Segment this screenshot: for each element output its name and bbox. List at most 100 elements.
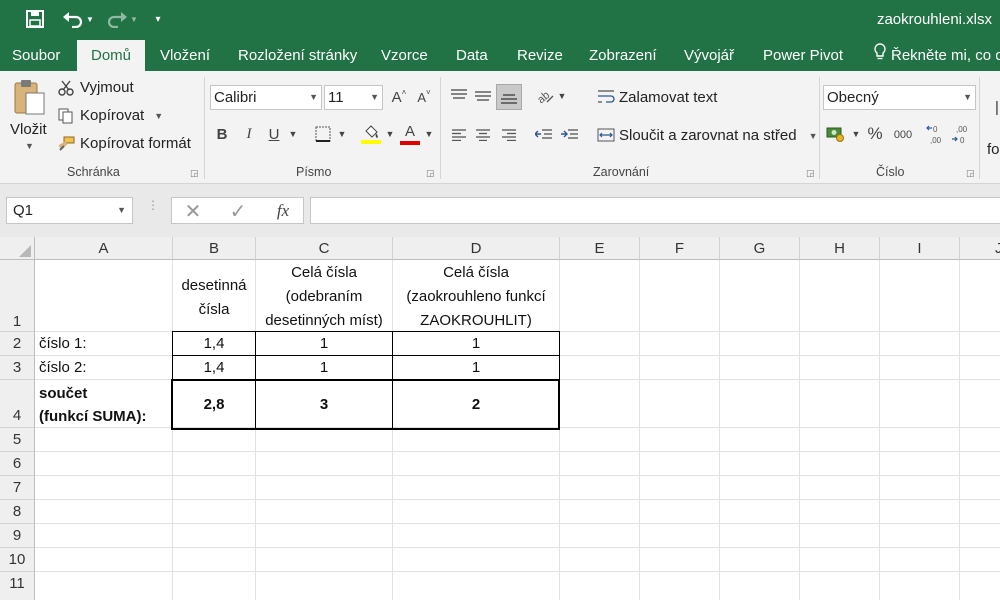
font-size-select[interactable]: 11 ▼: [324, 85, 383, 110]
font-dialog-launcher-icon[interactable]: ◲: [426, 168, 435, 179]
bold-button[interactable]: B: [213, 124, 231, 144]
paste-dropdown-icon[interactable]: ▼: [25, 141, 34, 151]
italic-button[interactable]: I: [240, 124, 258, 144]
column-header-d[interactable]: D: [393, 237, 560, 260]
copy-icon[interactable]: [57, 107, 75, 125]
column-header-j[interactable]: J: [960, 237, 1000, 260]
cell-b2[interactable]: 1,4: [173, 333, 255, 355]
undo-dropdown-icon[interactable]: ▼: [86, 15, 94, 24]
column-header-c[interactable]: C: [256, 237, 393, 260]
cell-c4[interactable]: 3: [256, 394, 392, 416]
cell-a4[interactable]: součet (funkcí SUMA):: [39, 382, 147, 428]
conditional-formatting-partial[interactable]: fo: [987, 141, 1000, 158]
column-header-b[interactable]: B: [173, 237, 256, 260]
wrap-text-button[interactable]: Zalamovat text: [619, 89, 717, 106]
row-header-11[interactable]: 11: [0, 572, 35, 600]
accounting-format-icon[interactable]: [825, 123, 847, 145]
align-middle-icon[interactable]: [472, 85, 494, 107]
increase-indent-icon[interactable]: [559, 124, 581, 146]
merge-center-dropdown-icon[interactable]: ▼: [809, 131, 818, 141]
paste-button[interactable]: Vložit: [10, 121, 47, 138]
redo-dropdown-icon[interactable]: ▼: [130, 15, 138, 24]
font-color-icon[interactable]: A: [398, 121, 422, 147]
clipboard-dialog-launcher-icon[interactable]: ◲: [190, 168, 199, 179]
formula-input[interactable]: [310, 197, 1000, 224]
borders-dropdown-icon[interactable]: ▼: [336, 126, 348, 142]
decrease-decimal-icon[interactable]: ,00 0: [951, 122, 971, 146]
cell-a2[interactable]: číslo 1:: [39, 333, 87, 355]
cell-a3[interactable]: číslo 2:: [39, 357, 87, 379]
borders-icon[interactable]: [313, 124, 333, 144]
cell-c2[interactable]: 1: [256, 333, 392, 355]
tab-data[interactable]: Data: [448, 40, 496, 71]
tab-rozlozeni-stranky[interactable]: Rozložení stránky: [230, 40, 365, 71]
tab-zobrazeni[interactable]: Zobrazení: [581, 40, 665, 71]
paste-icon[interactable]: [10, 77, 48, 117]
undo-icon[interactable]: ▼: [60, 8, 96, 30]
cell-d4[interactable]: 2: [393, 394, 559, 416]
cell-d2[interactable]: 1: [393, 333, 559, 355]
redo-icon[interactable]: ▼: [104, 8, 140, 30]
column-header-f[interactable]: F: [640, 237, 720, 260]
tab-revize[interactable]: Revize: [509, 40, 571, 71]
shrink-font-icon[interactable]: A ˅: [414, 87, 434, 107]
cell-c1[interactable]: Celá čísla (odebraním desetinných míst): [256, 261, 392, 333]
row-header-4[interactable]: 4: [0, 380, 35, 428]
alignment-dialog-launcher-icon[interactable]: ◲: [806, 168, 815, 179]
cell-b4[interactable]: 2,8: [173, 394, 255, 416]
tab-soubor[interactable]: Soubor: [4, 40, 68, 71]
resize-handle-icon[interactable]: ⋮: [147, 199, 159, 218]
orientation-dropdown-icon[interactable]: ▼: [557, 88, 567, 104]
tab-vyvojar[interactable]: Vývojář: [676, 40, 742, 71]
cell-b1[interactable]: desetinná čísla: [173, 274, 255, 322]
cut-icon[interactable]: [57, 79, 75, 97]
cancel-icon[interactable]: ✕: [182, 200, 204, 223]
column-header-g[interactable]: G: [720, 237, 800, 260]
increase-decimal-icon[interactable]: 0,00: [926, 122, 946, 146]
name-box[interactable]: Q1 ▼: [6, 197, 133, 224]
column-header-a[interactable]: A: [35, 237, 173, 260]
fill-color-icon[interactable]: [359, 121, 383, 147]
tab-domu[interactable]: Domů: [77, 40, 145, 71]
row-header-2[interactable]: 2: [0, 332, 35, 356]
align-top-icon[interactable]: [448, 85, 470, 107]
cell-d1[interactable]: Celá čísla (zaokrouhleno funkcí ZAOKROUH…: [393, 261, 559, 333]
insert-function-button[interactable]: fx: [272, 200, 294, 222]
enter-check-icon[interactable]: ✓: [227, 200, 249, 223]
row-header-10[interactable]: 10: [0, 548, 35, 572]
cell-d3[interactable]: 1: [393, 357, 559, 379]
chevron-down-icon[interactable]: ▼: [117, 198, 126, 223]
fill-color-dropdown-icon[interactable]: ▼: [384, 126, 396, 142]
font-color-dropdown-icon[interactable]: ▼: [423, 126, 435, 142]
font-name-select[interactable]: Calibri ▼: [210, 85, 322, 110]
accounting-dropdown-icon[interactable]: ▼: [850, 126, 862, 142]
tab-vzorce[interactable]: Vzorce: [373, 40, 436, 71]
underline-button[interactable]: U: [265, 124, 283, 144]
comma-style-button[interactable]: 000: [890, 124, 916, 146]
row-header-1[interactable]: 1: [0, 260, 35, 332]
percent-style-button[interactable]: %: [864, 123, 886, 145]
number-dialog-launcher-icon[interactable]: ◲: [966, 168, 975, 179]
grow-font-icon[interactable]: A ˄: [389, 87, 409, 107]
select-all-button[interactable]: [0, 237, 35, 260]
align-left-icon[interactable]: [448, 124, 470, 146]
tab-vlozeni[interactable]: Vložení: [152, 40, 218, 71]
customize-toolbar-icon[interactable]: ▾: [150, 8, 166, 30]
row-header-7[interactable]: 7: [0, 476, 35, 500]
align-center-icon[interactable]: [472, 124, 494, 146]
decrease-indent-icon[interactable]: [533, 124, 555, 146]
column-header-e[interactable]: E: [560, 237, 640, 260]
merge-center-icon[interactable]: [596, 125, 616, 145]
tell-me-box[interactable]: Řekněte mi, co c: [866, 40, 1000, 71]
copy-dropdown-icon[interactable]: ▼: [154, 111, 163, 121]
cell-b3[interactable]: 1,4: [173, 357, 255, 379]
format-painter-button[interactable]: Kopírovat formát: [80, 135, 191, 152]
number-format-select[interactable]: Obecný ▼: [823, 85, 976, 110]
row-header-3[interactable]: 3: [0, 356, 35, 380]
save-icon[interactable]: [22, 8, 48, 30]
row-header-6[interactable]: 6: [0, 452, 35, 476]
column-header-h[interactable]: H: [800, 237, 880, 260]
align-bottom-icon[interactable]: [496, 84, 522, 110]
wrap-text-icon[interactable]: [596, 87, 616, 107]
merge-center-button[interactable]: Sloučit a zarovnat na střed ▼: [619, 127, 818, 144]
